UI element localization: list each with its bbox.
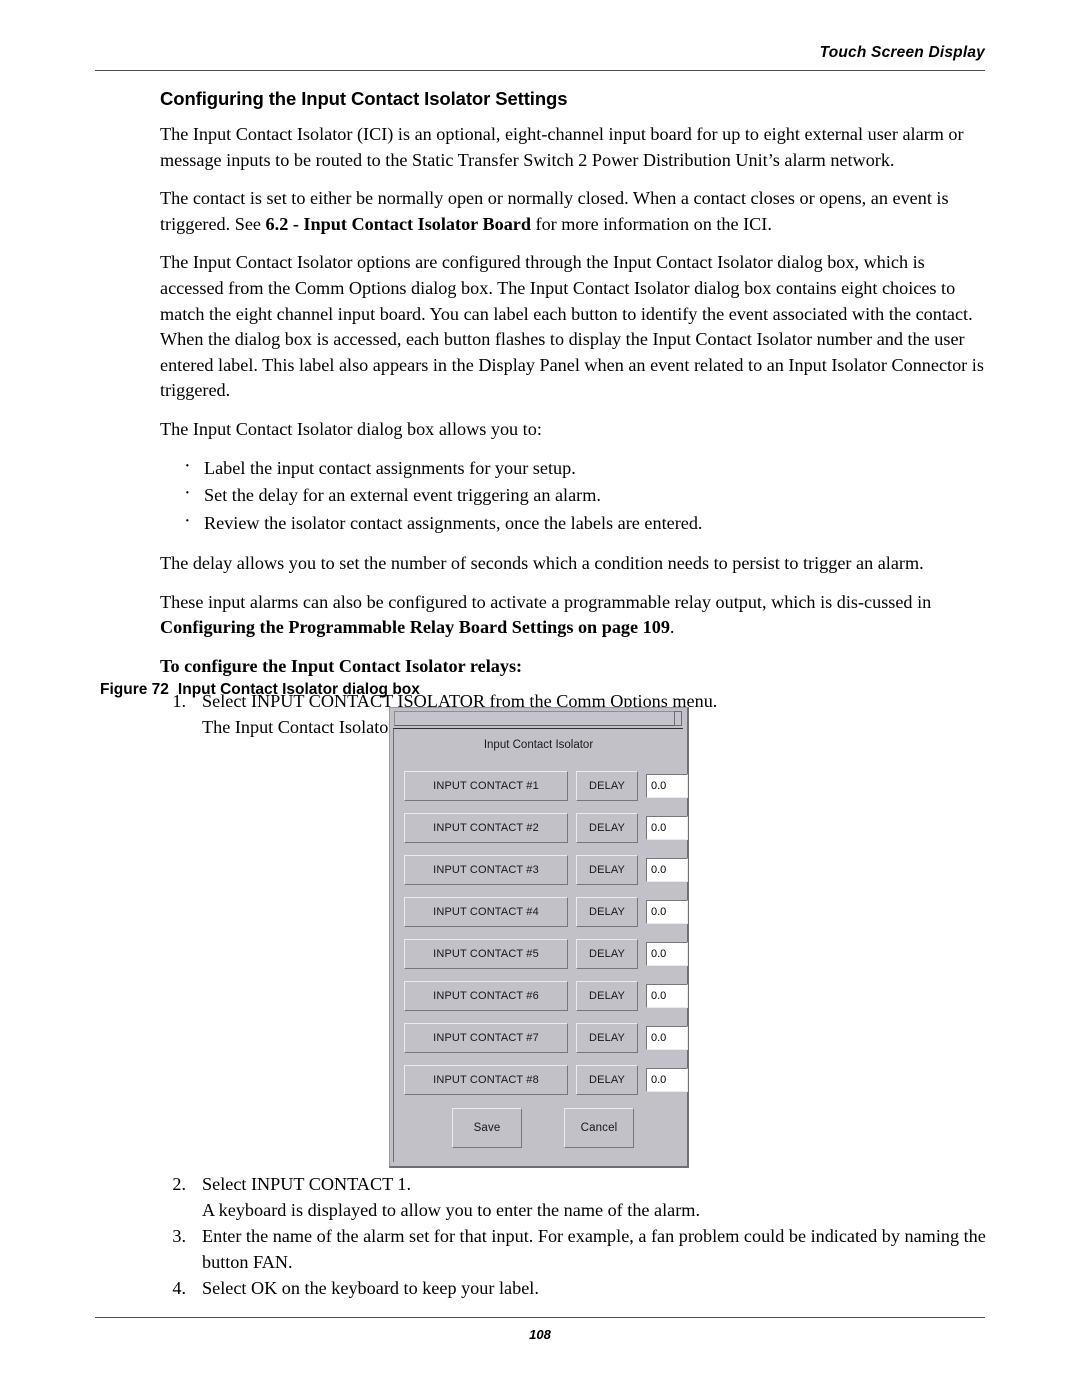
procedure-heading: To configure the Input Contact Isolator … — [160, 655, 523, 676]
body-content: The Input Contact Isolator (ICI) is an o… — [160, 122, 988, 741]
delay-3-value-field[interactable]: 0.0 — [646, 858, 688, 882]
delay-5-button[interactable]: DELAY — [576, 939, 638, 969]
delay-7-button[interactable]: DELAY — [576, 1023, 638, 1053]
table-row: INPUT CONTACT #2 DELAY 0.0 — [404, 813, 688, 843]
input-contact-4-button[interactable]: INPUT CONTACT #4 — [404, 897, 568, 927]
cross-reference-bold-relay: Configuring the Programmable Relay Board… — [160, 617, 670, 638]
input-contact-8-button[interactable]: INPUT CONTACT #8 — [404, 1065, 568, 1095]
paragraph-delay: The delay allows you to set the number o… — [160, 552, 924, 573]
input-contact-1-button[interactable]: INPUT CONTACT #1 — [404, 771, 568, 801]
figure-caption-text: Input Contact Isolator dialog box — [177, 681, 420, 698]
paragraph-text-cont: . — [669, 617, 675, 638]
delay-8-value-field[interactable]: 0.0 — [646, 1068, 688, 1092]
step-number: 3. — [172, 1226, 186, 1247]
page-title: Configuring the Input Contact Isolator S… — [160, 88, 568, 109]
delay-1-value-field[interactable]: 0.0 — [646, 774, 688, 798]
header-title: Touch Screen Display — [819, 44, 985, 61]
bullet-list: Label the input contact assignments for … — [160, 454, 988, 537]
dialog-title-bar — [394, 711, 682, 726]
paragraph-text: These input alarms can also be configure… — [160, 591, 932, 612]
input-contact-5-button[interactable]: INPUT CONTACT #5 — [404, 939, 568, 969]
figure-caption: Figure 72 Input Contact Isolator dialog b… — [100, 681, 420, 699]
delay-6-button[interactable]: DELAY — [576, 981, 638, 1011]
list-item: 3. Enter the name of the alarm set for th… — [160, 1224, 988, 1275]
steps-list: 2. Select INPUT CONTACT 1. A keyboard is … — [160, 1172, 988, 1302]
table-row: INPUT CONTACT #6 DELAY 0.0 — [404, 981, 688, 1011]
step-number: 2. — [172, 1174, 186, 1194]
delay-4-value-field[interactable]: 0.0 — [646, 900, 688, 924]
procedure-steps-after-figure: 2. Select INPUT CONTACT 1. A keyboard is … — [160, 1172, 988, 1303]
table-row: INPUT CONTACT #3 DELAY 0.0 — [404, 855, 688, 885]
cancel-button[interactable]: Cancel — [564, 1108, 634, 1148]
table-row: INPUT CONTACT #7 DELAY 0.0 — [404, 1023, 688, 1053]
input-contact-3-button[interactable]: INPUT CONTACT #3 — [404, 855, 568, 885]
page-number: 108 — [529, 1327, 551, 1342]
table-row: INPUT CONTACT #5 DELAY 0.0 — [404, 939, 688, 969]
step-text: Enter the name of the alarm set for that… — [202, 1226, 986, 1272]
input-contact-6-button[interactable]: INPUT CONTACT #6 — [404, 981, 568, 1011]
delay-2-value-field[interactable]: 0.0 — [646, 816, 688, 840]
document-page: Touch Screen Display Configuring the Inp… — [0, 0, 1080, 1397]
window-control-icon[interactable] — [674, 711, 682, 726]
paragraph-contact-behavior: The contact is set to either be normally… — [160, 186, 988, 237]
contact-rows: INPUT CONTACT #1 DELAY 0.0 INPUT CONTACT… — [404, 771, 688, 1107]
paragraph-options: The Input Contact Isolator options are c… — [160, 252, 984, 401]
paragraph-relay-output: These input alarms can also be configure… — [160, 590, 988, 641]
header-rule — [95, 70, 985, 71]
list-item: 4. Select OK on the keyboard to keep your… — [160, 1276, 988, 1302]
dialog-footer: Save Cancel — [394, 1108, 683, 1148]
delay-3-button[interactable]: DELAY — [576, 855, 638, 885]
delay-2-button[interactable]: DELAY — [576, 813, 638, 843]
list-item: Label the input contact assignments for … — [182, 454, 988, 482]
paragraph-text-cont: for more information on the ICI. — [530, 213, 772, 234]
delay-5-value-field[interactable]: 0.0 — [646, 942, 688, 966]
figure-number: Figure 72 — [100, 681, 169, 698]
paragraph-intro: The Input Contact Isolator (ICI) is an o… — [160, 124, 964, 170]
input-contact-2-button[interactable]: INPUT CONTACT #2 — [404, 813, 568, 843]
dialog-body: Input Contact Isolator INPUT CONTACT #1 … — [393, 728, 688, 1162]
table-row: INPUT CONTACT #8 DELAY 0.0 — [404, 1065, 688, 1095]
cross-reference-bold: 6.2 - Input Contact Isolator Board — [265, 213, 531, 234]
input-contact-7-button[interactable]: INPUT CONTACT #7 — [404, 1023, 568, 1053]
running-header: Touch Screen Display — [95, 44, 985, 62]
delay-7-value-field[interactable]: 0.0 — [646, 1026, 688, 1050]
table-row: INPUT CONTACT #4 DELAY 0.0 — [404, 897, 688, 927]
paragraph-allows-you-to: The Input Contact Isolator dialog box al… — [160, 418, 542, 439]
dialog-heading: Input Contact Isolator — [483, 739, 594, 751]
step-text: Select OK on the keyboard to keep your l… — [202, 1278, 539, 1299]
step-number: 4. — [172, 1278, 186, 1299]
list-item: Review the isolator contact assignments,… — [182, 509, 988, 537]
delay-6-value-field[interactable]: 0.0 — [646, 984, 688, 1008]
step-text: Select INPUT CONTACT 1. — [202, 1174, 412, 1194]
step-subtext: A keyboard is displayed to allow you to … — [202, 1199, 700, 1220]
input-contact-isolator-dialog: Input Contact Isolator INPUT CONTACT #1 … — [389, 707, 689, 1168]
save-button[interactable]: Save — [452, 1108, 522, 1148]
list-item: Set the delay for an external event trig… — [182, 481, 988, 509]
delay-1-button[interactable]: DELAY — [576, 771, 638, 801]
footer-rule — [95, 1317, 985, 1318]
table-row: INPUT CONTACT #1 DELAY 0.0 — [404, 771, 688, 801]
delay-8-button[interactable]: DELAY — [576, 1065, 638, 1095]
delay-4-button[interactable]: DELAY — [576, 897, 638, 927]
list-item: 2. Select INPUT CONTACT 1. A keyboard is … — [160, 1172, 988, 1223]
